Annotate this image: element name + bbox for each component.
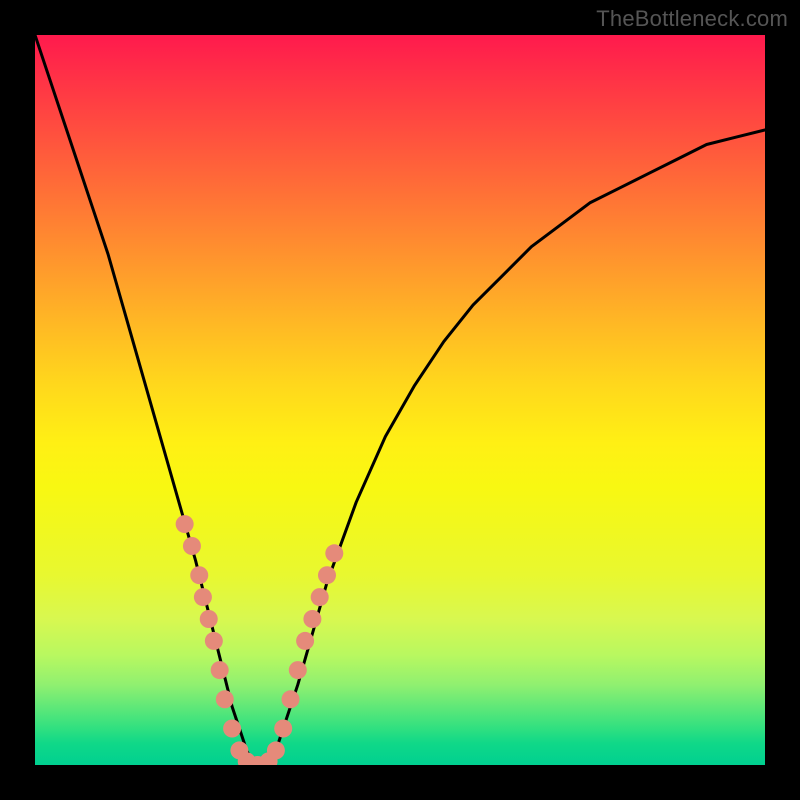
data-point — [230, 741, 248, 759]
chart-svg — [35, 35, 765, 765]
data-point — [303, 610, 321, 628]
data-point — [183, 537, 201, 555]
data-point — [267, 741, 285, 759]
data-point — [311, 588, 329, 606]
curve-layer — [35, 35, 765, 765]
data-point — [282, 690, 300, 708]
data-point — [318, 566, 336, 584]
data-point — [190, 566, 208, 584]
data-point — [200, 610, 218, 628]
data-point — [296, 632, 314, 650]
data-point — [249, 756, 267, 765]
data-point — [211, 661, 229, 679]
marker-layer — [176, 515, 344, 765]
curve-path — [35, 35, 765, 765]
data-point — [289, 661, 307, 679]
data-point — [238, 752, 256, 765]
data-point — [176, 515, 194, 533]
chart-plot-area — [35, 35, 765, 765]
watermark-text: TheBottleneck.com — [596, 6, 788, 32]
data-point — [325, 544, 343, 562]
data-point — [216, 690, 234, 708]
data-point — [274, 720, 292, 738]
chart-frame: TheBottleneck.com — [0, 0, 800, 800]
data-point — [223, 720, 241, 738]
data-point — [260, 752, 278, 765]
data-point — [194, 588, 212, 606]
data-point — [205, 632, 223, 650]
